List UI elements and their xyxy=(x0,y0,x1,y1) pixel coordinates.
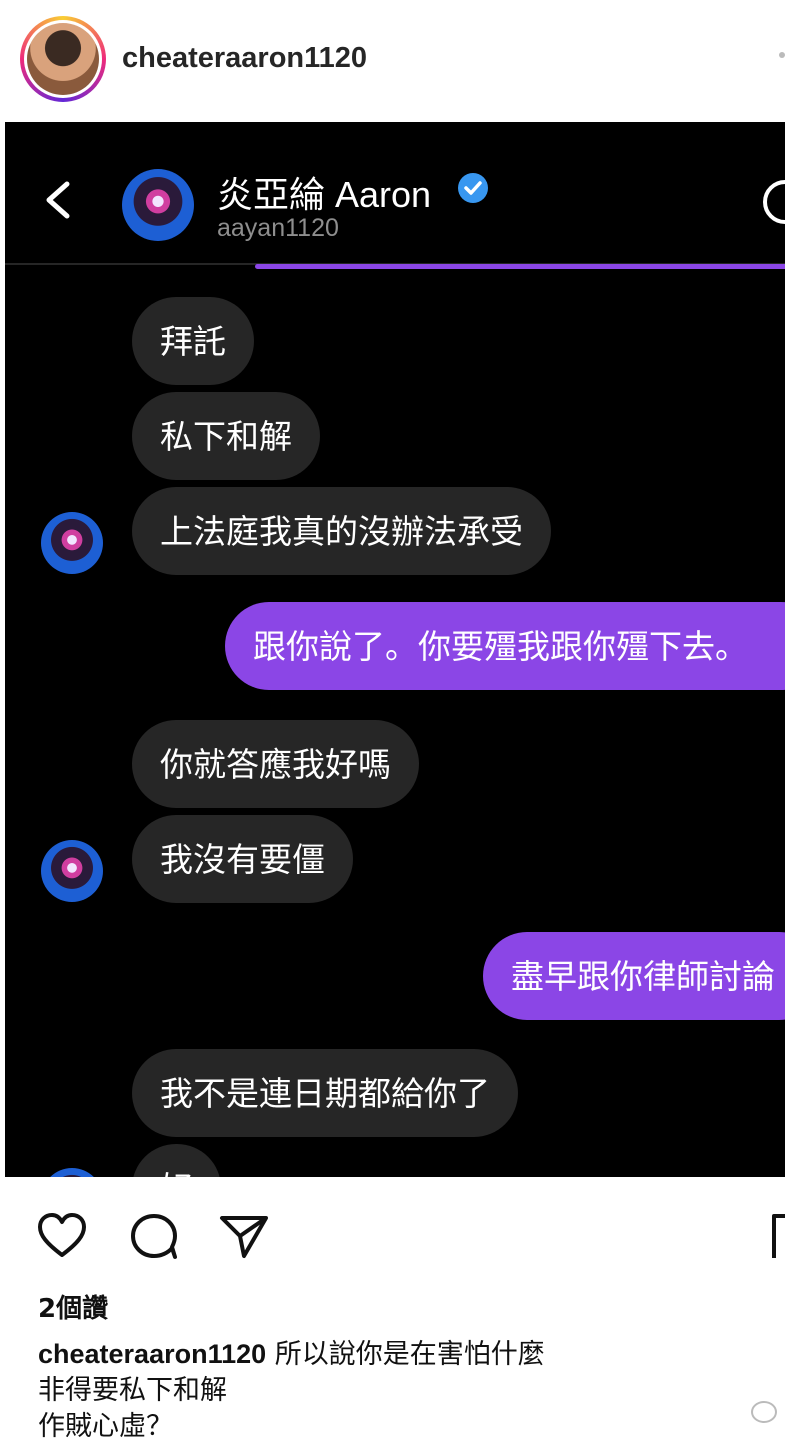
dm-header: 炎亞綸 Aaron aayan1120 xyxy=(5,122,785,265)
message-bubble-incoming[interactable]: 好 xyxy=(132,1144,221,1177)
heart-icon[interactable] xyxy=(36,1210,88,1262)
message-bubble-incoming[interactable]: 拜託 xyxy=(132,297,254,385)
message-bubble-incoming[interactable]: 我沒有要僵 xyxy=(132,815,353,903)
back-icon[interactable] xyxy=(41,180,75,220)
scroll-strip xyxy=(255,264,785,269)
message-bubble-outgoing[interactable]: 盡早跟你律師討論 xyxy=(483,932,785,1020)
watermark-icon xyxy=(751,1401,777,1423)
message-bubble-outgoing[interactable]: 跟你說了。你要殭我跟你殭下去。 xyxy=(225,602,785,690)
message-bubble-incoming[interactable]: 私下和解 xyxy=(132,392,320,480)
caption-line: 所以說你是在害怕什麼 xyxy=(274,1339,545,1370)
post-actions xyxy=(0,1178,785,1268)
message-bubble-incoming[interactable]: 你就答應我好嗎 xyxy=(132,720,419,808)
contact-handle: aayan1120 xyxy=(217,214,339,242)
message-bubble-incoming[interactable]: 上法庭我真的沒辦法承受 xyxy=(132,487,551,575)
caption-line: 作賊心虛？ xyxy=(38,1411,173,1442)
sender-avatar xyxy=(41,1168,103,1177)
caption-line: 非得要私下和解 xyxy=(38,1375,227,1406)
post-username[interactable]: cheateraaron1120 xyxy=(122,42,367,75)
post-caption: cheateraaron1120 所以說你是在害怕什麼 非得要私下和解 作賊心虛… xyxy=(38,1336,778,1445)
bookmark-icon[interactable] xyxy=(770,1210,785,1262)
comment-icon[interactable] xyxy=(128,1210,180,1262)
post-avatar[interactable] xyxy=(20,16,106,102)
share-icon[interactable] xyxy=(218,1210,270,1262)
contact-name[interactable]: 炎亞綸 Aaron xyxy=(217,166,431,218)
sender-avatar xyxy=(41,512,103,574)
info-icon[interactable] xyxy=(763,180,785,224)
verified-icon xyxy=(458,173,488,203)
dm-screenshot: 炎亞綸 Aaron aayan1120 拜託 私下和解 上法庭我真的沒辦法承受 … xyxy=(5,122,785,1177)
caption-username[interactable]: cheateraaron1120 xyxy=(38,1339,266,1369)
contact-avatar[interactable] xyxy=(122,169,194,241)
more-options-icon[interactable] xyxy=(779,52,785,58)
sender-avatar xyxy=(41,840,103,902)
post-header: cheateraaron1120 xyxy=(0,0,785,120)
likes-count[interactable]: 2個讚 xyxy=(38,1288,108,1325)
message-bubble-incoming[interactable]: 我不是連日期都給你了 xyxy=(132,1049,518,1137)
